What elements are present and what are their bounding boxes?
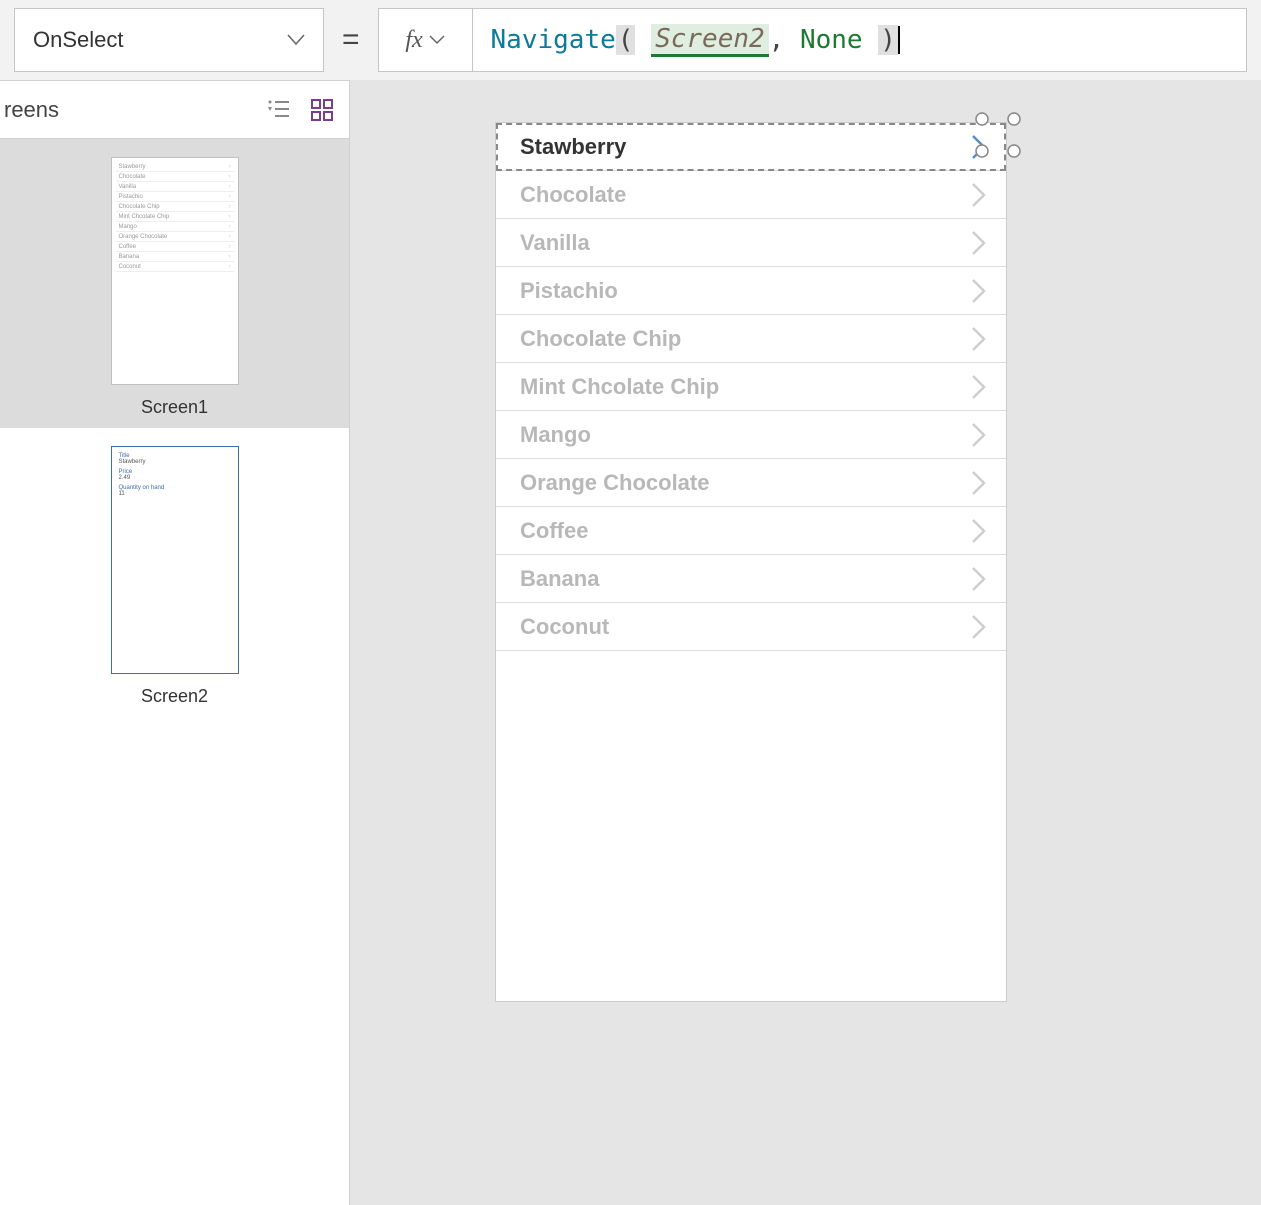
chevron-right-icon[interactable] xyxy=(970,325,988,353)
chevron-right-icon[interactable] xyxy=(970,421,988,449)
gallery-item[interactable]: Vanilla xyxy=(496,219,1006,267)
gallery-item-label: Chocolate xyxy=(520,182,626,208)
equals-sign: = xyxy=(342,23,360,57)
device-preview[interactable]: Stawberry Chocolate Vanilla Pistachio xyxy=(495,122,1007,1002)
chevron-down-icon xyxy=(429,35,445,45)
thumbnail-canvas: Title Stawberry Price 2.49 Quantity on h… xyxy=(111,446,239,674)
token-paren-close: ) xyxy=(878,25,898,55)
text-cursor xyxy=(898,26,900,54)
formula-input[interactable]: Navigate( Screen2, None ) xyxy=(473,8,1247,72)
token-comma: , xyxy=(769,25,785,55)
gallery-item-label: Stawberry xyxy=(520,134,626,160)
token-arg1: Screen2 xyxy=(651,24,769,57)
grid-view-icon[interactable] xyxy=(311,99,333,121)
thumbnail-canvas: Stawberry› Chocolate› Vanilla› Pistachio… xyxy=(111,157,239,385)
gallery-item[interactable]: Banana xyxy=(496,555,1006,603)
thumbnail-label: Screen2 xyxy=(12,686,337,707)
chevron-down-icon xyxy=(287,34,305,46)
chevron-right-icon[interactable] xyxy=(970,277,988,305)
gallery-item[interactable]: Chocolate Chip xyxy=(496,315,1006,363)
chevron-right-icon[interactable] xyxy=(970,565,988,593)
chevron-right-icon[interactable] xyxy=(970,229,988,257)
gallery-item-label: Banana xyxy=(520,566,599,592)
gallery-item[interactable]: Mint Chcolate Chip xyxy=(496,363,1006,411)
property-dropdown[interactable]: OnSelect xyxy=(14,8,324,72)
fx-icon: fx xyxy=(405,27,422,54)
gallery-item-label: Chocolate Chip xyxy=(520,326,681,352)
gallery-item-selected[interactable]: Stawberry xyxy=(496,123,1006,171)
chevron-right-icon[interactable] xyxy=(970,613,988,641)
gallery-item-label: Mango xyxy=(520,422,591,448)
token-function: Navigate xyxy=(491,25,616,55)
gallery-item[interactable]: Coconut xyxy=(496,603,1006,651)
formula-bar: OnSelect = fx Navigate( Screen2, None ) xyxy=(0,0,1261,80)
thumbnail-label: Screen1 xyxy=(12,397,337,418)
gallery-item-label: Orange Chocolate xyxy=(520,470,709,496)
gallery-item[interactable]: Coffee xyxy=(496,507,1006,555)
list-view-icon[interactable] xyxy=(267,99,291,119)
panel-title: reens xyxy=(0,97,59,123)
gallery-item-label: Coconut xyxy=(520,614,609,640)
canvas[interactable]: Stawberry Chocolate Vanilla Pistachio xyxy=(350,80,1261,1205)
gallery-item-label: Vanilla xyxy=(520,230,590,256)
token-paren-open: ( xyxy=(616,25,636,55)
gallery-item[interactable]: Orange Chocolate xyxy=(496,459,1006,507)
gallery-item-label: Pistachio xyxy=(520,278,618,304)
token-none: None xyxy=(800,25,863,55)
chevron-right-icon[interactable] xyxy=(970,373,988,401)
gallery-item[interactable]: Chocolate xyxy=(496,171,1006,219)
property-name: OnSelect xyxy=(33,27,124,53)
selection-handles-icon xyxy=(974,111,1022,159)
screens-panel: reens Stawberry xyxy=(0,80,350,1205)
chevron-right-icon[interactable] xyxy=(970,517,988,545)
screen-thumbnail-1[interactable]: Stawberry› Chocolate› Vanilla› Pistachio… xyxy=(0,139,349,428)
chevron-right-icon[interactable] xyxy=(970,469,988,497)
chevron-right-icon[interactable] xyxy=(970,181,988,209)
gallery-item[interactable]: Pistachio xyxy=(496,267,1006,315)
gallery-item-label: Coffee xyxy=(520,518,588,544)
screen-thumbnail-2[interactable]: Title Stawberry Price 2.49 Quantity on h… xyxy=(0,428,349,717)
gallery-item[interactable]: Mango xyxy=(496,411,1006,459)
panel-header: reens xyxy=(0,81,349,139)
gallery-item-label: Mint Chcolate Chip xyxy=(520,374,719,400)
fx-button[interactable]: fx xyxy=(378,8,473,72)
